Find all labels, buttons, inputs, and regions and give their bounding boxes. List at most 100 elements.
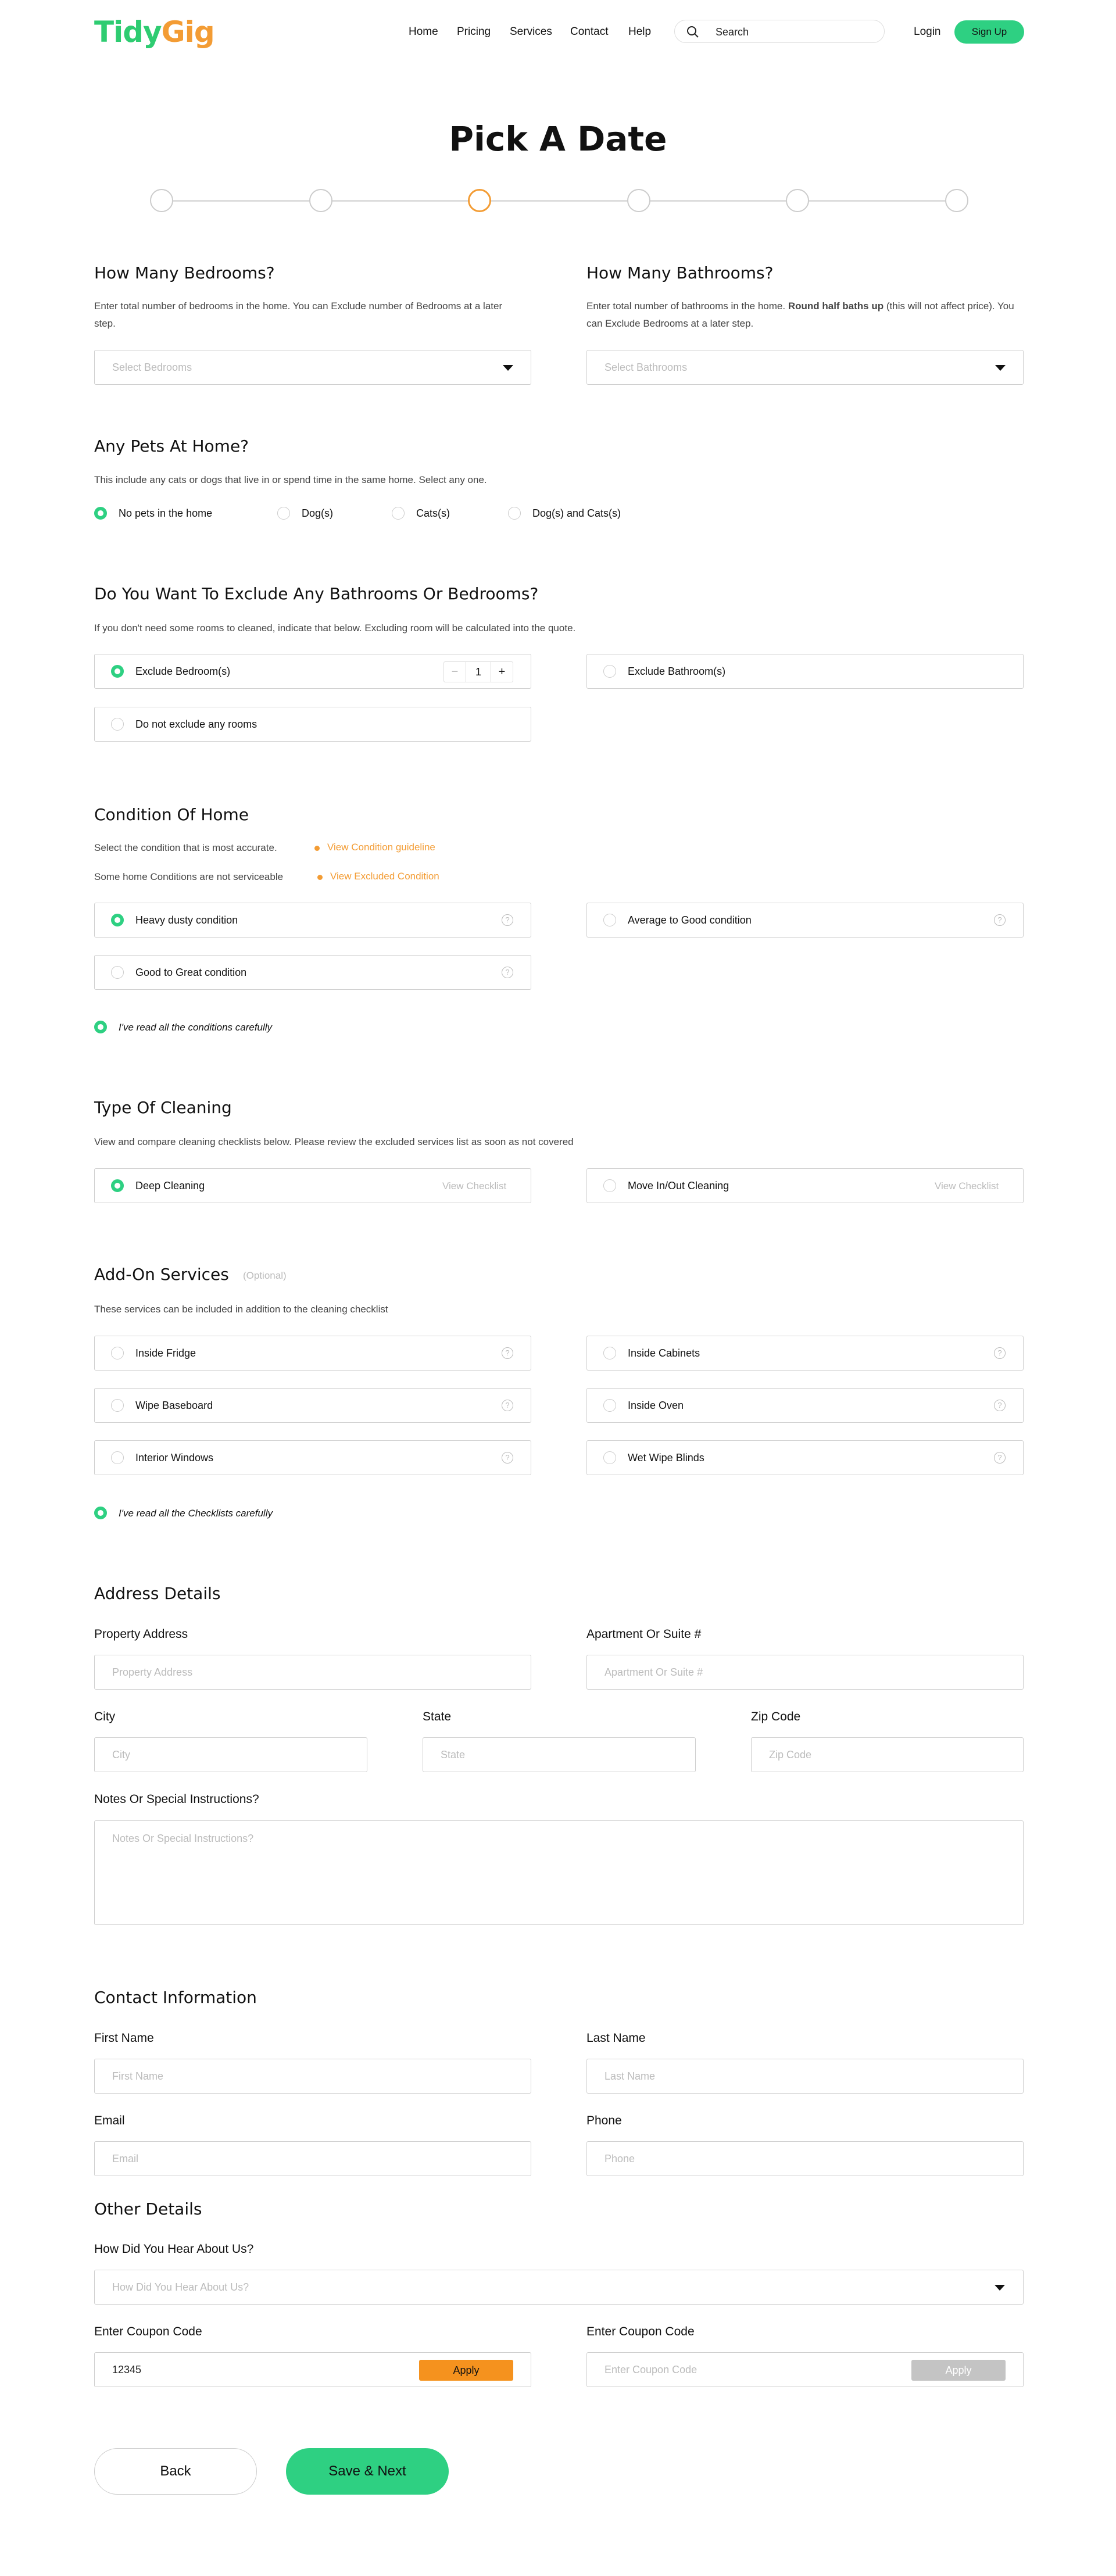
question-mark-icon[interactable]: ? — [502, 914, 513, 926]
condition-option-average[interactable]: Average to Good condition ? — [586, 903, 1024, 938]
zip-placeholder: Zip Code — [769, 1749, 812, 1761]
addon-wipe-baseboard[interactable]: Wipe Baseboard ? — [94, 1388, 531, 1423]
nav-services[interactable]: Services — [510, 26, 552, 38]
addon-label: Interior Windows — [135, 1452, 214, 1464]
addon-radio[interactable] — [603, 1399, 616, 1412]
save-next-button[interactable]: Save & Next — [286, 2448, 449, 2495]
back-button[interactable]: Back — [94, 2448, 257, 2495]
cleaning-radio-deep[interactable] — [111, 1179, 124, 1192]
pets-radio-none[interactable] — [94, 507, 107, 520]
cleaning-desc: View and compare cleaning checklists bel… — [94, 1136, 574, 1147]
question-mark-icon[interactable]: ? — [994, 914, 1006, 926]
cleaning-label-deep: Deep Cleaning — [135, 1180, 205, 1192]
nav-contact[interactable]: Contact — [570, 26, 608, 38]
apartment-field[interactable]: Apartment Or Suite # — [586, 1655, 1024, 1690]
addons-confirm-radio[interactable] — [94, 1507, 107, 1519]
addon-inside-cabinets[interactable]: Inside Cabinets ? — [586, 1336, 1024, 1371]
bedrooms-title: How Many Bedrooms? — [94, 263, 275, 282]
pets-option-both[interactable]: Dog(s) and Cats(s) — [532, 507, 621, 520]
question-mark-icon[interactable]: ? — [502, 967, 513, 978]
condition-radio-good[interactable] — [111, 966, 124, 979]
nav-pricing[interactable]: Pricing — [457, 26, 491, 38]
question-mark-icon[interactable]: ? — [994, 1452, 1006, 1464]
pets-radio-cats[interactable] — [392, 507, 405, 520]
last-name-field[interactable]: Last Name — [586, 2059, 1024, 2094]
addon-interior-windows[interactable]: Interior Windows ? — [94, 1440, 531, 1475]
property-address-field[interactable]: Property Address — [94, 1655, 531, 1690]
condition-radio-average[interactable] — [603, 914, 616, 926]
nav-home[interactable]: Home — [409, 26, 438, 38]
question-mark-icon[interactable]: ? — [994, 1400, 1006, 1411]
quantity-value: 1 — [475, 666, 481, 678]
condition-option-good[interactable]: Good to Great condition ? — [94, 955, 531, 990]
addon-radio[interactable] — [111, 1451, 124, 1464]
pets-title: Any Pets At Home? — [94, 437, 249, 456]
addon-radio[interactable] — [603, 1451, 616, 1464]
question-mark-icon[interactable]: ? — [994, 1347, 1006, 1359]
condition-option-heavy[interactable]: Heavy dusty condition ? — [94, 903, 531, 938]
zip-field[interactable]: Zip Code — [751, 1737, 1024, 1772]
notes-textarea[interactable]: Notes Or Special Instructions? — [94, 1820, 1024, 1925]
no-exclude-option[interactable]: Do not exclude any rooms — [94, 707, 531, 742]
exclude-bedrooms-radio[interactable] — [111, 665, 124, 678]
first-name-field[interactable]: First Name — [94, 2059, 531, 2094]
addon-radio[interactable] — [111, 1399, 124, 1412]
addon-inside-fridge[interactable]: Inside Fridge ? — [94, 1336, 531, 1371]
condition-confirm-radio[interactable] — [94, 1021, 107, 1033]
coupon-label-2: Enter Coupon Code — [586, 2325, 695, 2338]
bathrooms-desc: Enter total number of bathrooms in the h… — [586, 298, 1024, 332]
plus-button[interactable]: + — [491, 662, 513, 682]
condition-confirm-label[interactable]: I've read all the conditions carefully — [119, 1022, 272, 1033]
addon-radio[interactable] — [603, 1347, 616, 1359]
question-mark-icon[interactable]: ? — [502, 1400, 513, 1411]
view-checklist-link[interactable]: View Checklist — [442, 1180, 506, 1192]
view-checklist-link[interactable]: View Checklist — [935, 1180, 999, 1192]
bathrooms-select[interactable]: Select Bathrooms — [586, 350, 1024, 385]
addon-radio[interactable] — [111, 1347, 124, 1359]
pets-option-cats[interactable]: Cats(s) — [416, 507, 450, 520]
apply-coupon-button[interactable]: Apply — [419, 2360, 513, 2381]
addon-wet-wipe-blinds[interactable]: Wet Wipe Blinds ? — [586, 1440, 1024, 1475]
pets-radio-both[interactable] — [508, 507, 521, 520]
coupon-field-2[interactable]: Enter Coupon Code Apply — [586, 2352, 1024, 2387]
question-mark-icon[interactable]: ? — [502, 1452, 513, 1464]
pets-radio-dogs[interactable] — [277, 507, 290, 520]
addon-inside-oven[interactable]: Inside Oven ? — [586, 1388, 1024, 1423]
city-field[interactable]: City — [94, 1737, 367, 1772]
apply-coupon-button-disabled[interactable]: Apply — [911, 2360, 1006, 2381]
no-exclude-radio[interactable] — [111, 718, 124, 731]
contact-title: Contact Information — [94, 1988, 257, 2007]
exclude-bathrooms-radio[interactable] — [603, 665, 616, 678]
minus-button[interactable]: − — [444, 662, 466, 682]
cleaning-option-deep[interactable]: Deep Cleaning View Checklist — [94, 1168, 531, 1203]
apartment-label: Apartment Or Suite # — [586, 1627, 702, 1641]
signup-button[interactable]: Sign Up — [954, 20, 1024, 44]
question-mark-icon[interactable]: ? — [502, 1347, 513, 1359]
view-condition-guideline-link[interactable]: View Condition guideline — [327, 842, 435, 853]
pets-option-dogs[interactable]: Dog(s) — [302, 507, 333, 520]
search-icon — [687, 26, 699, 38]
cleaning-radio-moveinout[interactable] — [603, 1179, 616, 1192]
bullet-icon — [317, 875, 323, 880]
chevron-down-icon — [995, 2285, 1005, 2291]
hear-about-select[interactable]: How Did You Hear About Us? — [94, 2270, 1024, 2305]
search-input[interactable]: Search — [674, 20, 885, 43]
cleaning-option-moveinout[interactable]: Move In/Out Cleaning View Checklist — [586, 1168, 1024, 1203]
bedroom-quantity-stepper[interactable]: − 1 + — [443, 661, 513, 682]
view-excluded-condition-link[interactable]: View Excluded Condition — [330, 871, 439, 882]
exclude-bedrooms-option[interactable]: Exclude Bedroom(s) − 1 + — [94, 654, 531, 689]
state-field[interactable]: State — [423, 1737, 696, 1772]
addons-confirm-label[interactable]: I've read all the Checklists carefully — [119, 1508, 273, 1519]
coupon-field[interactable]: 12345 Apply — [94, 2352, 531, 2387]
nav-help[interactable]: Help — [628, 26, 651, 38]
email-field[interactable]: Email — [94, 2141, 531, 2176]
condition-radio-heavy[interactable] — [111, 914, 124, 926]
bullet-icon — [314, 846, 320, 851]
logo[interactable]: TidyGig — [94, 15, 215, 49]
condition-label-average: Average to Good condition — [628, 914, 752, 926]
pets-option-none[interactable]: No pets in the home — [119, 507, 212, 520]
phone-field[interactable]: Phone — [586, 2141, 1024, 2176]
exclude-bathrooms-option[interactable]: Exclude Bathroom(s) — [586, 654, 1024, 689]
bedrooms-select[interactable]: Select Bedrooms — [94, 350, 531, 385]
login-link[interactable]: Login — [914, 26, 941, 38]
